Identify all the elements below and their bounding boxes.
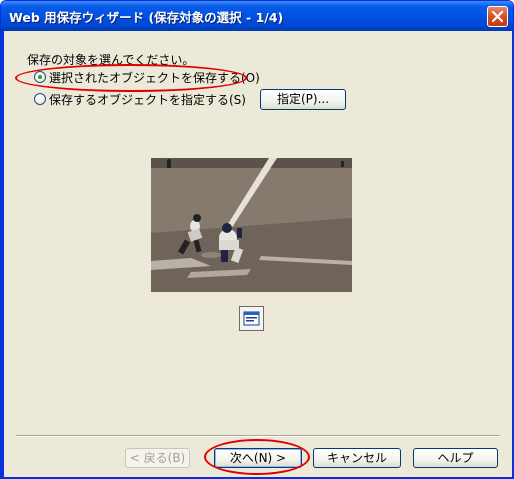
close-icon: [492, 11, 503, 22]
baseball-photo: [151, 158, 352, 292]
help-button[interactable]: ヘルプ: [413, 448, 498, 468]
highlight-oval-option: [15, 64, 247, 92]
back-button[interactable]: < 戻る(B): [125, 448, 190, 468]
footer-separator-highlight: [16, 436, 500, 437]
preview-image: [151, 158, 352, 292]
close-button[interactable]: [487, 6, 508, 27]
title-bar[interactable]: Web 用保存ウィザード (保存対象の選択 - 1/4): [1, 1, 513, 31]
window-border-left: [1, 31, 4, 478]
text-object-button[interactable]: [239, 306, 264, 331]
wizard-window: Web 用保存ウィザード (保存対象の選択 - 1/4) 保存の対象を選んでくだ…: [0, 0, 514, 479]
radio-specify-objects-label[interactable]: 保存するオブジェクトを指定する(S): [49, 91, 246, 108]
window-title: Web 用保存ウィザード (保存対象の選択 - 1/4): [9, 10, 284, 25]
cancel-button[interactable]: キャンセル: [313, 448, 401, 468]
text-box-icon: [243, 311, 260, 326]
radio-specify-objects[interactable]: [34, 93, 46, 105]
highlight-oval-next: [204, 439, 310, 475]
specify-button[interactable]: 指定(P)...: [260, 89, 346, 110]
